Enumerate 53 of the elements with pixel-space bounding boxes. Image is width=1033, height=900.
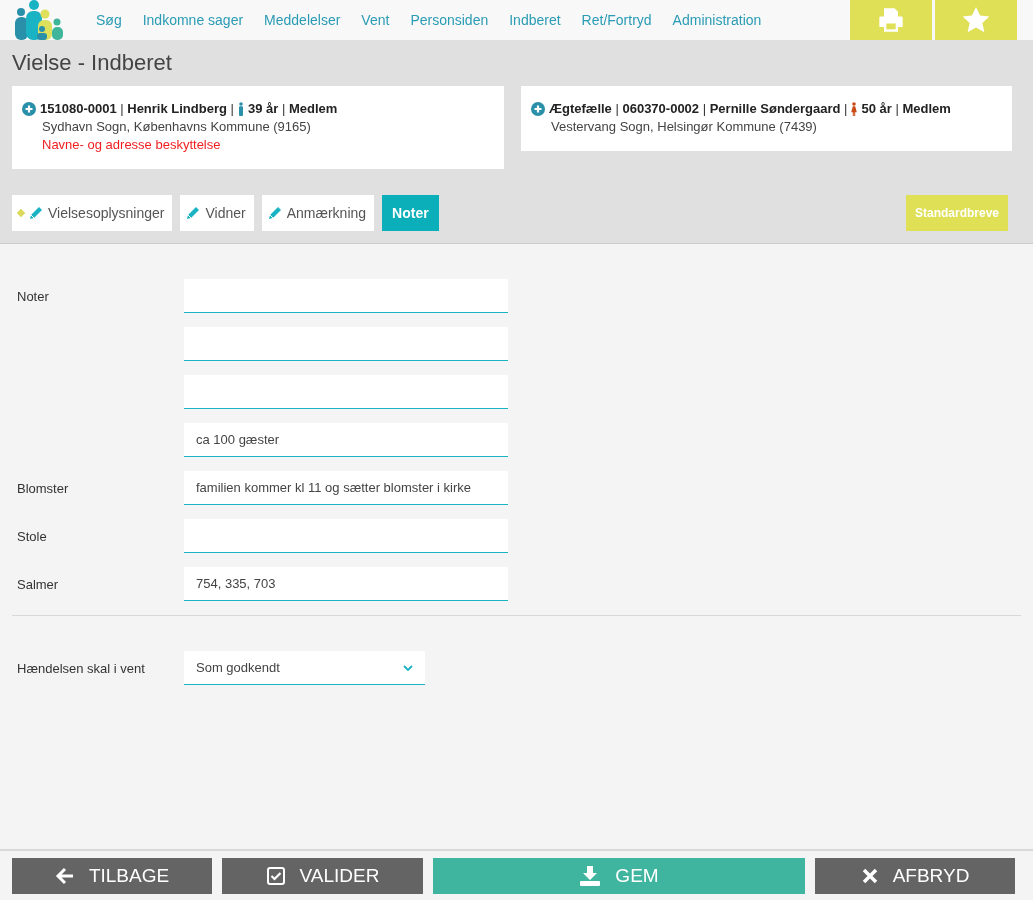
arrow-left-icon bbox=[54, 866, 75, 886]
input-field[interactable] bbox=[184, 375, 508, 409]
pencil-icon bbox=[186, 206, 201, 220]
tab[interactable]: Noter bbox=[382, 195, 439, 231]
field-label: Hændelsen skal i vent bbox=[17, 660, 145, 676]
field-label: Stole bbox=[17, 528, 47, 544]
nav-link[interactable]: Indkomne sager bbox=[142, 12, 244, 28]
printer-icon bbox=[877, 6, 905, 34]
pencil-icon bbox=[29, 206, 43, 220]
nav-link[interactable]: Indberet bbox=[509, 12, 561, 28]
download-icon bbox=[579, 865, 602, 887]
checkbox-icon bbox=[265, 866, 286, 886]
expand-plus-icon[interactable] bbox=[22, 101, 36, 116]
tab[interactable]: Anmærkning bbox=[261, 195, 375, 231]
expand-plus-icon[interactable] bbox=[531, 101, 545, 116]
man-icon bbox=[237, 101, 244, 116]
woman-icon bbox=[851, 101, 858, 116]
footer-button[interactable]: GEM bbox=[433, 858, 805, 894]
nav-link[interactable]: Meddelelser bbox=[264, 12, 341, 28]
input-field[interactable]: 754, 335, 703 bbox=[184, 567, 508, 601]
footer-button[interactable]: VALIDER bbox=[222, 858, 423, 894]
footer-button[interactable]: TILBAGE bbox=[12, 858, 212, 894]
parish-address: Sydhavn Sogn, Københavns Kommune (9165) bbox=[42, 119, 312, 134]
input-field[interactable]: ca 100 gæster bbox=[184, 423, 508, 457]
input-field[interactable]: familien kommer kl 11 og sætter blomster i kirke bbox=[184, 471, 508, 505]
person-info: Ægtefælle | 060370-0002 | Pernille Søndergaard | bbox=[549, 101, 848, 116]
page-title: Vielse - Indberet bbox=[12, 50, 173, 76]
print-button[interactable] bbox=[850, 0, 932, 40]
footer-button[interactable]: AFBRYD bbox=[815, 858, 1015, 894]
favorite-star-button[interactable] bbox=[935, 0, 1017, 40]
input-field[interactable] bbox=[184, 327, 508, 361]
chevron-down-icon bbox=[403, 664, 413, 671]
input-field[interactable] bbox=[184, 519, 508, 553]
field-label: Blomster bbox=[17, 480, 69, 496]
protection-warning: Navne- og adresse beskyttelse bbox=[42, 137, 222, 152]
parish-address: Vestervang Sogn, Helsingør Kommune (7439) bbox=[551, 119, 818, 134]
person-info: 151080-0001 | Henrik Lindberg | bbox=[40, 101, 234, 116]
pencil-icon bbox=[267, 206, 282, 220]
field-label: Salmer bbox=[17, 576, 59, 592]
nav-link[interactable]: Vent bbox=[361, 12, 390, 28]
star-icon bbox=[961, 5, 991, 35]
dropdown[interactable]: Som godkendt bbox=[184, 651, 425, 685]
field-label: Noter bbox=[17, 288, 49, 304]
close-icon bbox=[860, 867, 879, 885]
nav-link[interactable]: Administration bbox=[672, 12, 762, 28]
tab[interactable]: Vidner bbox=[180, 195, 254, 231]
input-field[interactable] bbox=[184, 279, 508, 313]
nav-link[interactable]: Søg bbox=[96, 12, 122, 28]
tab[interactable]: Vielsesoplysninger bbox=[12, 195, 173, 231]
nav-link[interactable]: Ret/Fortryd bbox=[581, 12, 652, 28]
person-info: 50 år | Medlem bbox=[861, 101, 951, 116]
nav-link[interactable]: Personsiden bbox=[410, 12, 489, 28]
person-info: 39 år | Medlem bbox=[247, 101, 338, 116]
